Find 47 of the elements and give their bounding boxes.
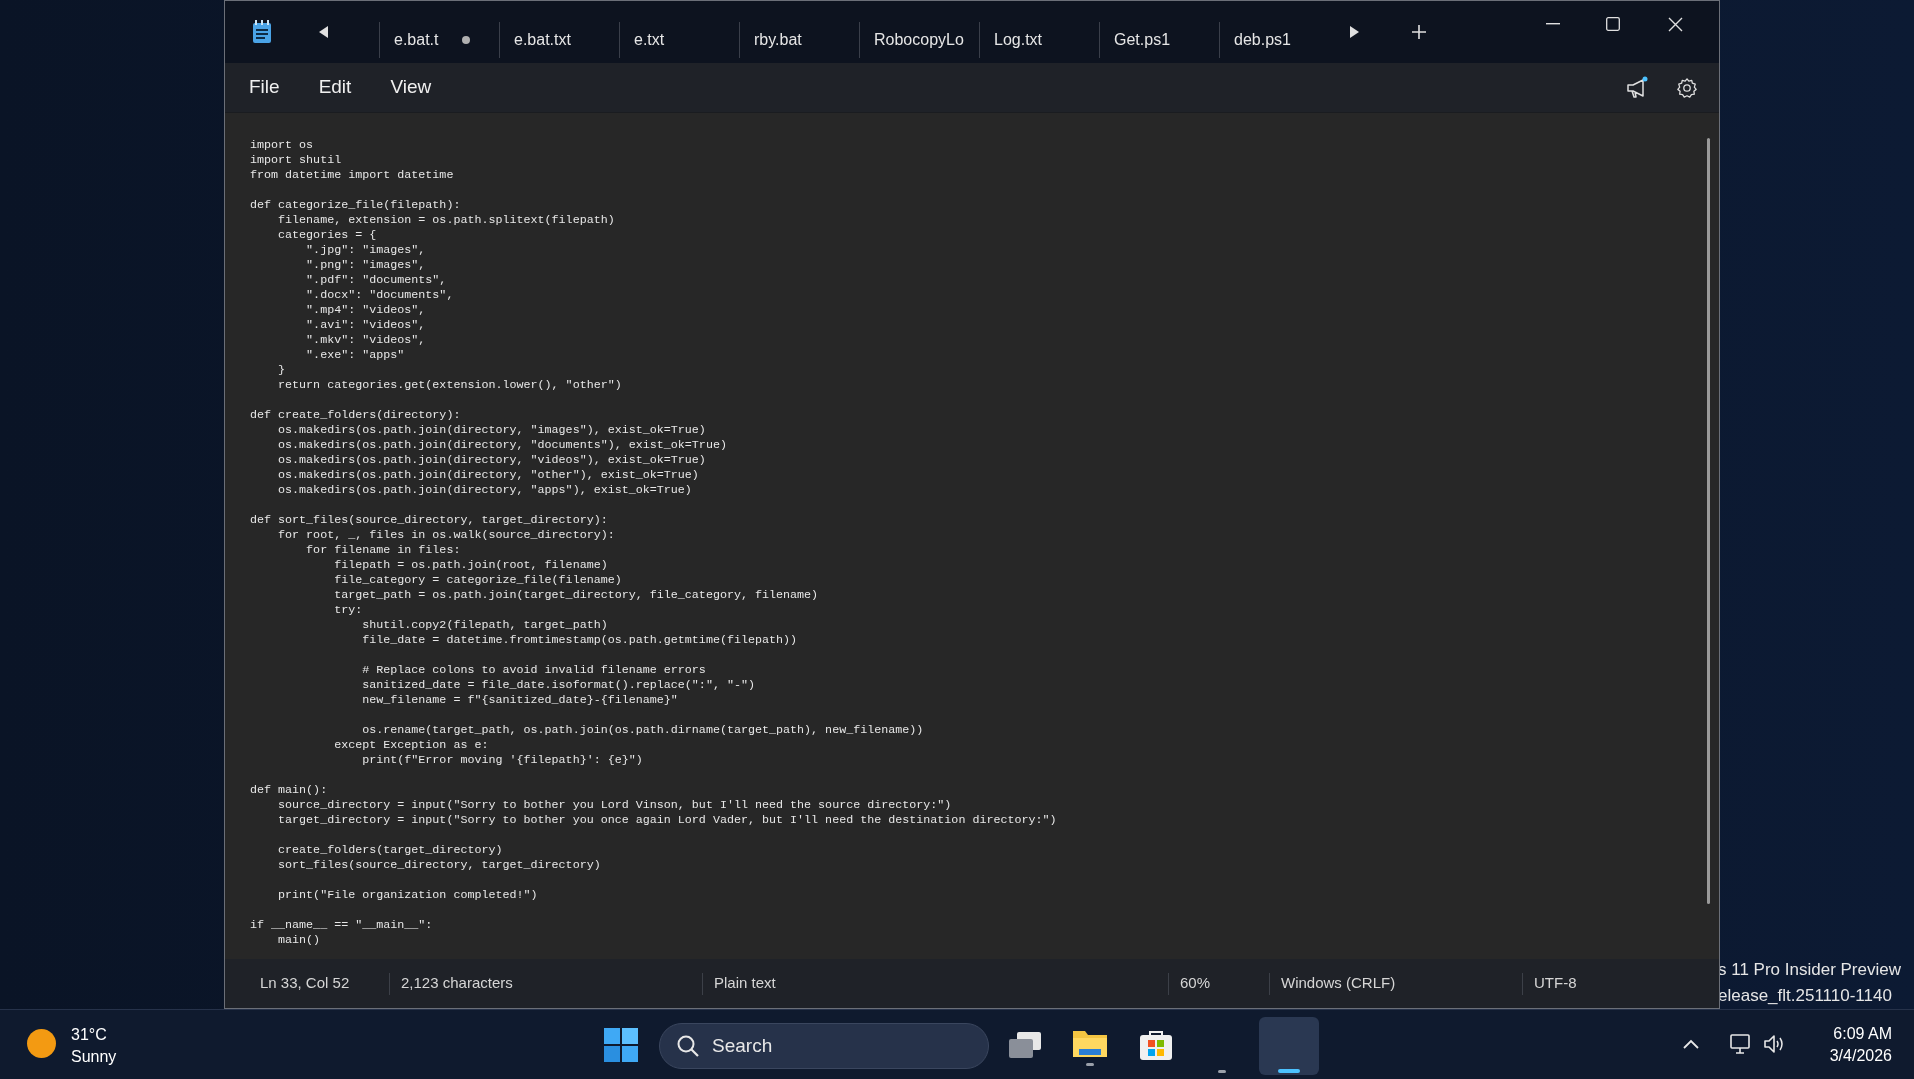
file-tab[interactable]: Get.ps1: [1099, 22, 1219, 58]
network-icon[interactable]: [1728, 1032, 1752, 1056]
temperature-text: 31°C: [71, 1025, 108, 1045]
search-icon: [676, 1034, 700, 1058]
search-field[interactable]: Search: [659, 1023, 989, 1069]
speaker-icon[interactable]: [1762, 1032, 1786, 1056]
file-tab[interactable]: rby.bat: [739, 22, 859, 58]
scrollbar-thumb[interactable]: [1707, 138, 1710, 904]
minimize-icon: [1546, 23, 1560, 25]
time-text: 6:09 AM: [1833, 1024, 1892, 1044]
status-text: Windows (CRLF): [1281, 973, 1396, 994]
running-indicator: [1086, 1062, 1094, 1066]
megaphone-icon: [1625, 75, 1649, 100]
status-text: Ln 33, Col 52: [260, 973, 350, 994]
status-text: 60%: [1180, 973, 1211, 994]
windows-logo-icon: [604, 1028, 638, 1062]
notepad-taskbar-button[interactable]: [1259, 1017, 1319, 1075]
file-tab[interactable]: e.bat.t: [379, 22, 499, 58]
running-indicator: [1218, 1070, 1226, 1073]
file-tab[interactable]: RobocopyLo: [859, 22, 979, 58]
weather-condition-text: Sunny: [71, 1047, 117, 1067]
active-indicator: [1278, 1069, 1300, 1073]
sun-icon: [26, 1028, 57, 1059]
build-watermark-text: elease_flt.251110-1140: [1718, 985, 1893, 1007]
close-icon: [1667, 16, 1683, 32]
menu-item[interactable]: View: [379, 70, 443, 105]
code-text: import os import shutil from datetime import datetime def categorize_file(filepath): filename, extension = os.path.splitext(filepath) categories = { ".jpg": "images", ".png": "images", ".pdf": "documents", ".docx": "documents", ".mp4": "videos", ".avi": "videos", ".mkv": "videos", ".exe": "apps" } return categories.get(extension.lower(), "other") def create_folders(directory): os.makedirs(os.path.join(directory, "images"), exist_ok=True) os.makedirs(os.path.join(directory, "documents"), exist_ok=True) os.makedirs(os.path.join(directory, "videos"), exist_ok=True) os.makedirs(os.path.join(directory, "other"), exist_ok=True) os.makedirs(os.path.join(directory, "apps"), exist_ok=True) def sort_files(source_directory, target_directory): for root, _, files in os.walk(source_directory): for filename in files: filepath = os.path.join(root, filename) file_category = categorize_file(filename) target_path = os.path.join(target_directory, file_category, filename) try: shutil.copy2(filepath, target_path) file_date = datetime.fromtimestamp(os.path.getmtime(filepath)) # Replace colons to avoid invalid filename errors sanitized_date = file_date.isoformat().replace(":", "-") new_filename = f"{sanitized_date}-{filename}" os.rename(target_path, os.path.join(os.path.dirname(target_path), new_filename)) except Exception as e: print(f"Error moving '{filepath}': {e}") def main(): source_directory = input("Sorry to bother you Lord Vinson, but I'll need the source directory:") target_directory = input("Sorry to bother you once again Lord Vader, but I'll need the destination directory:") create_folders(target_directory) sort_files(source_directory, target_directory) print("File organization completed!") if __name__ == "__main__": main(): [250, 138, 1057, 948]
shopping-bag-icon: [1139, 1029, 1173, 1061]
file-tab[interactable]: e.bat.txt: [499, 22, 619, 58]
file-tab[interactable]: deb.ps1: [1219, 22, 1339, 58]
file-tab[interactable]: Log.txt: [979, 22, 1099, 58]
left-triangle-icon: [319, 26, 329, 38]
menu-item[interactable]: Edit: [307, 70, 363, 105]
plus-icon: [1411, 24, 1427, 40]
status-text: 2,123 characters: [401, 973, 513, 994]
chevron-up-icon: [1683, 1039, 1699, 1049]
date-text: 3/4/2026: [1829, 1046, 1892, 1066]
settings-icon: [1676, 76, 1698, 99]
status-text: UTF-8: [1534, 973, 1577, 994]
status-text: Plain text: [714, 973, 776, 994]
clock[interactable]: 6:09 AM 3/4/2026: [1829, 1023, 1892, 1067]
right-triangle-icon: [1349, 26, 1359, 38]
maximize-icon: [1606, 17, 1620, 31]
notepad-icon: [252, 20, 272, 44]
file-tab[interactable]: e.txt: [619, 22, 739, 58]
overlapping-windows-icon: [1007, 1030, 1043, 1060]
menu-item[interactable]: File: [238, 70, 291, 105]
